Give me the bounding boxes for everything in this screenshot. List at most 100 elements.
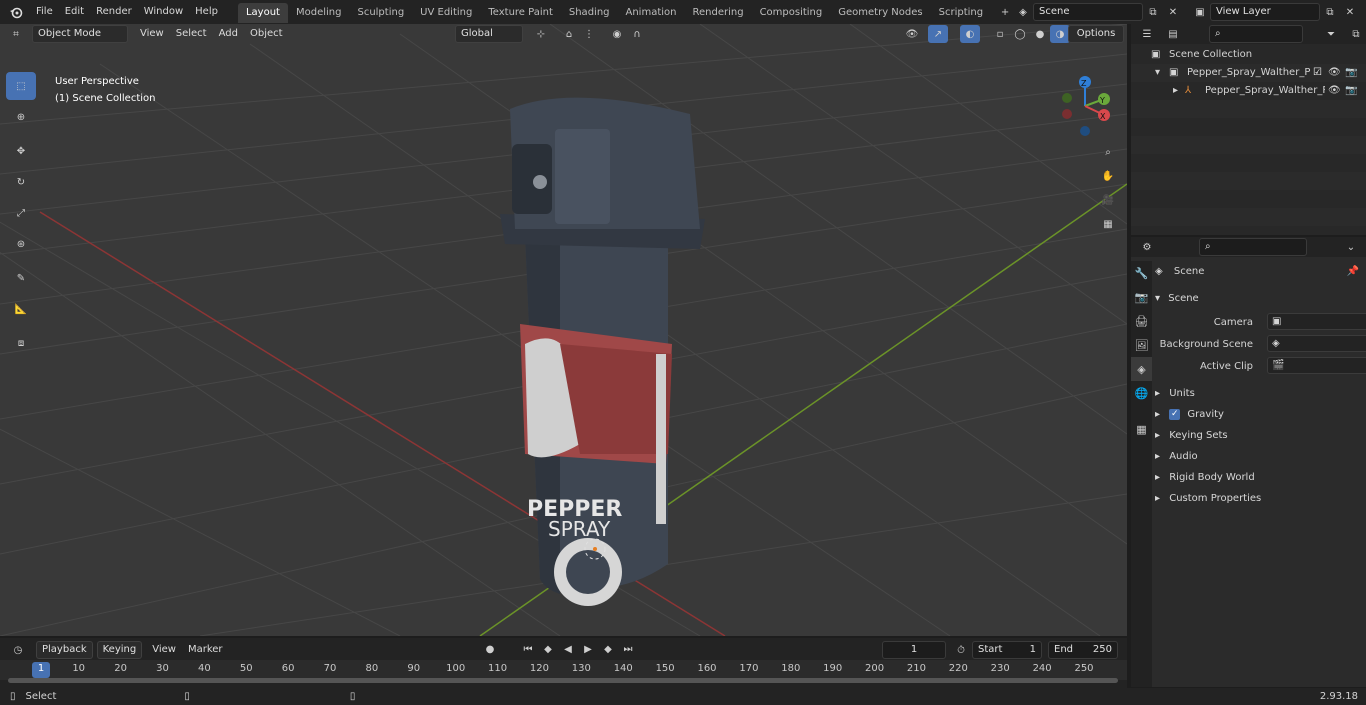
annotate-tool-icon[interactable]: ✎: [6, 264, 36, 292]
background-scene-field[interactable]: ◈: [1267, 335, 1366, 352]
add-cube-tool-icon[interactable]: ⧈: [6, 329, 36, 357]
exclude-checkbox-icon[interactable]: ☑: [1313, 64, 1322, 82]
record-icon[interactable]: ●: [480, 640, 500, 658]
menu-help[interactable]: Help: [189, 0, 224, 24]
transform-tool-icon[interactable]: ⊛: [6, 230, 36, 258]
expand-chevron-icon[interactable]: ▸: [1173, 82, 1178, 100]
snap-target-icon[interactable]: ⋮: [579, 25, 599, 43]
proportional-edit-icon[interactable]: ◉: [607, 25, 627, 43]
zoom-icon[interactable]: ⌕: [1096, 140, 1120, 164]
expand-chevron-icon[interactable]: ▾: [1155, 64, 1160, 82]
prev-keyframe-icon[interactable]: ◆: [538, 640, 558, 658]
timeline-editor-icon[interactable]: ◷: [8, 641, 28, 659]
rotate-tool-icon[interactable]: ↻: [6, 168, 36, 196]
falloff-icon[interactable]: ∩: [627, 25, 647, 43]
menu-edit[interactable]: Edit: [59, 0, 90, 24]
output-tab-icon[interactable]: 🖨: [1131, 309, 1152, 333]
viewport-menu-object[interactable]: Object: [244, 25, 289, 43]
rigid-body-world-panel[interactable]: ▸ Rigid Body World: [1155, 468, 1363, 488]
pin-icon[interactable]: 📌: [1347, 262, 1359, 282]
properties-options-icon[interactable]: ⌄: [1341, 238, 1361, 256]
scene-name-field[interactable]: Scene: [1033, 3, 1143, 21]
pan-hand-icon[interactable]: ✋: [1096, 164, 1120, 188]
timeline-scrollbar[interactable]: [8, 678, 1118, 683]
pivot-icon[interactable]: ⊹: [531, 25, 551, 43]
camera-view-icon[interactable]: 🎥: [1096, 188, 1120, 212]
viewport-menu-view[interactable]: View: [134, 25, 170, 43]
move-tool-icon[interactable]: ✥: [6, 137, 36, 165]
camera-render-icon[interactable]: 📷: [1345, 64, 1357, 82]
eye-icon[interactable]: 👁: [1328, 64, 1341, 82]
menu-file[interactable]: File: [30, 0, 59, 24]
outliner-editor-icon[interactable]: ☰: [1137, 25, 1157, 43]
end-frame-field[interactable]: End 250: [1048, 641, 1118, 659]
overlay-toggle-icon[interactable]: ◐: [960, 25, 980, 43]
marker-menu[interactable]: Marker: [182, 641, 229, 659]
filter-icon[interactable]: ⏷: [1321, 25, 1341, 43]
timeline-ruler[interactable]: 1 10 20 30 40 50 60 70 80 90 100 110 120 130 140 150 160…: [0, 660, 1127, 683]
audio-panel[interactable]: ▸ Audio: [1155, 447, 1363, 467]
tab-rendering[interactable]: Rendering: [684, 3, 751, 23]
jump-end-icon[interactable]: ⏭: [618, 640, 638, 658]
playback-menu[interactable]: Playback: [36, 641, 93, 659]
gravity-checkbox[interactable]: ✓: [1169, 408, 1181, 420]
viewport-menu-select[interactable]: Select: [170, 25, 213, 43]
new-view-layer-icon[interactable]: ⧉: [1320, 3, 1340, 21]
viewport-menu-add[interactable]: Add: [213, 25, 244, 43]
ortho-toggle-icon[interactable]: ▦: [1096, 212, 1120, 236]
outliner-row-collection[interactable]: ▾ ▣ Pepper_Spray_Walther_ProSe ☑ 👁 📷: [1131, 64, 1366, 82]
current-frame-field[interactable]: 1: [882, 641, 946, 659]
render-tab-icon[interactable]: 📷: [1131, 285, 1152, 309]
options-button[interactable]: Options: [1068, 25, 1124, 43]
camera-render-icon[interactable]: 📷: [1345, 82, 1357, 100]
tab-sculpting[interactable]: Sculpting: [349, 3, 412, 23]
visibility-icon[interactable]: 👁: [902, 25, 922, 43]
display-mode-icon[interactable]: ▤: [1163, 25, 1183, 43]
gravity-panel[interactable]: ▸ ✓ Gravity: [1155, 405, 1363, 425]
camera-field[interactable]: ▣ ✒: [1267, 313, 1366, 330]
keying-menu[interactable]: Keying: [96, 641, 143, 659]
jump-start-icon[interactable]: ⏮: [518, 640, 538, 658]
tab-shading[interactable]: Shading: [561, 3, 618, 23]
tab-geometry-nodes[interactable]: Geometry Nodes: [830, 3, 930, 23]
texture-tab-icon[interactable]: ▦: [1131, 417, 1152, 441]
delete-view-layer-icon[interactable]: ✕: [1340, 3, 1360, 21]
wireframe-shading-icon[interactable]: ◯: [1010, 25, 1030, 43]
play-reverse-icon[interactable]: ◀: [558, 640, 578, 658]
solid-shading-icon[interactable]: ●: [1030, 25, 1050, 43]
material-shading-icon[interactable]: ◑: [1050, 25, 1070, 43]
tab-animation[interactable]: Animation: [618, 3, 685, 23]
custom-properties-panel[interactable]: ▸ Custom Properties: [1155, 489, 1363, 509]
timeline-view-menu[interactable]: View: [146, 641, 182, 659]
mode-dropdown[interactable]: Object Mode: [32, 25, 128, 43]
outliner-row-object[interactable]: ▸ ⅄ Pepper_Spray_Walther_P 👁 📷: [1131, 82, 1366, 100]
tab-compositing[interactable]: Compositing: [752, 3, 831, 23]
gizmo-toggle-icon[interactable]: ↗: [928, 25, 948, 43]
scene-panel-header[interactable]: ▾ Scene: [1155, 289, 1363, 309]
xray-icon[interactable]: ▫: [990, 25, 1010, 43]
world-tab-icon[interactable]: 🌐: [1131, 381, 1152, 405]
tab-texture-paint[interactable]: Texture Paint: [480, 3, 561, 23]
scene-icon[interactable]: ◈: [1013, 3, 1033, 21]
units-panel[interactable]: ▸ Units: [1155, 384, 1363, 404]
stopwatch-icon[interactable]: ⏱: [951, 641, 971, 659]
menu-window[interactable]: Window: [138, 0, 189, 24]
scale-tool-icon[interactable]: ⤢: [6, 199, 36, 227]
play-icon[interactable]: ▶: [578, 640, 598, 658]
outliner-row-scene-collection[interactable]: ▣ Scene Collection: [1131, 46, 1366, 64]
tool-tab-icon[interactable]: 🔧: [1131, 261, 1152, 285]
select-box-tool-icon[interactable]: ⬚: [6, 72, 36, 100]
next-keyframe-icon[interactable]: ◆: [598, 640, 618, 658]
new-collection-icon[interactable]: ⧉: [1346, 25, 1366, 43]
transform-orientation-dropdown[interactable]: Global: [455, 25, 523, 43]
eye-icon[interactable]: 👁: [1328, 82, 1341, 100]
new-scene-icon[interactable]: ⧉: [1143, 3, 1163, 21]
tab-layout[interactable]: Layout: [237, 3, 288, 23]
view-layer-icon[interactable]: ▣: [1190, 3, 1210, 21]
keying-sets-panel[interactable]: ▸ Keying Sets: [1155, 426, 1363, 446]
editor-type-icon[interactable]: ⌗: [6, 25, 26, 43]
delete-scene-icon[interactable]: ✕: [1163, 3, 1183, 21]
blender-logo-icon[interactable]: [6, 3, 26, 21]
properties-editor-icon[interactable]: ⚙: [1137, 238, 1157, 256]
start-frame-field[interactable]: Start 1: [972, 641, 1042, 659]
